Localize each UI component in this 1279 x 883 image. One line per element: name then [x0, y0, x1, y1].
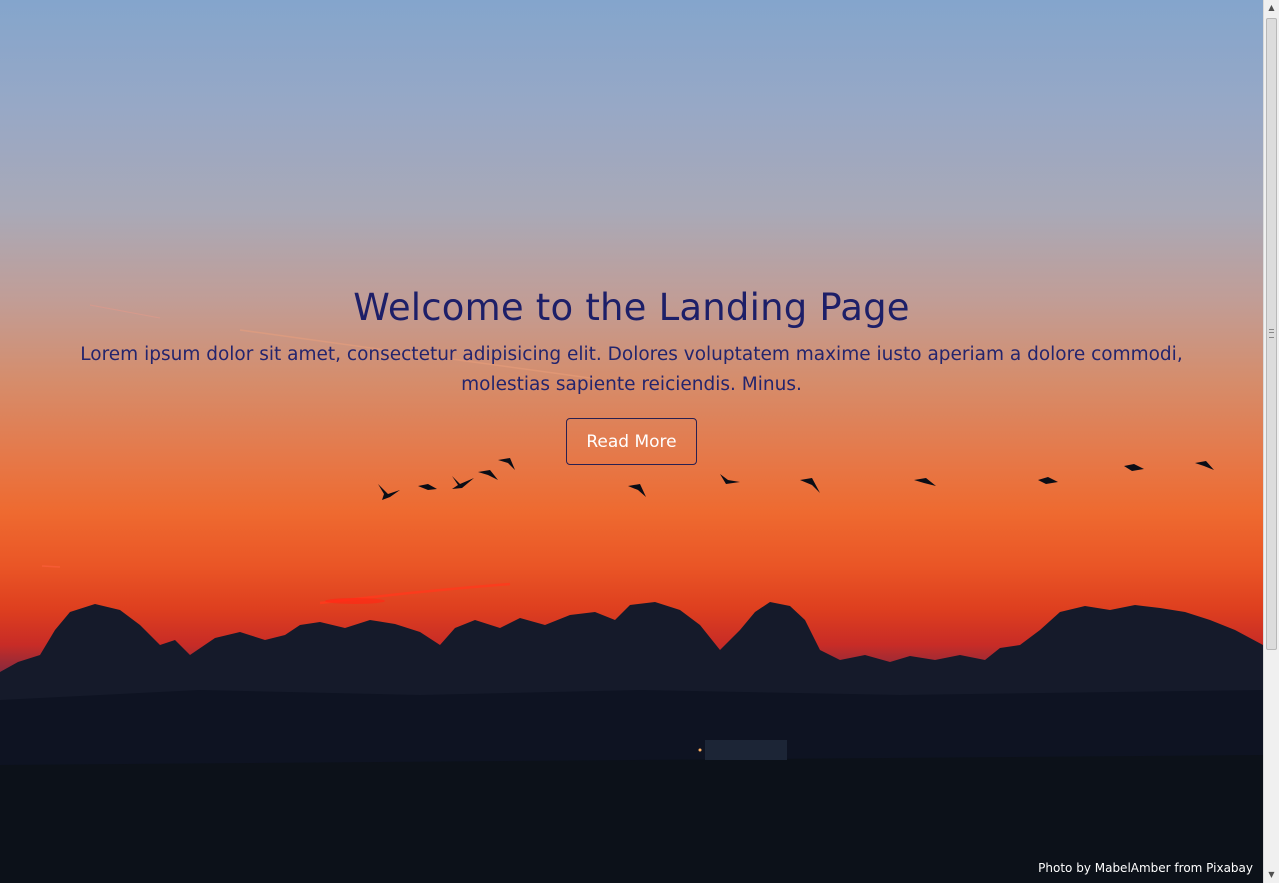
hero-content: Welcome to the Landing Page Lorem ipsum … — [0, 282, 1263, 465]
read-more-button[interactable]: Read More — [566, 418, 697, 465]
scroll-down-arrow-icon[interactable]: ▼ — [1264, 867, 1279, 883]
page-title: Welcome to the Landing Page — [353, 286, 910, 329]
scrollbar-thumb[interactable] — [1266, 18, 1277, 650]
vertical-scrollbar[interactable]: ▲ ▼ — [1263, 0, 1279, 883]
scrollbar-grip-icon — [1269, 329, 1274, 338]
hero-lead-text: Lorem ipsum dolor sit amet, consectetur … — [80, 344, 1183, 395]
photo-credit: Photo by MabelAmber from Pixabay — [1038, 861, 1253, 875]
hero-section: Welcome to the Landing Page Lorem ipsum … — [0, 0, 1263, 883]
scroll-up-arrow-icon[interactable]: ▲ — [1264, 0, 1279, 16]
